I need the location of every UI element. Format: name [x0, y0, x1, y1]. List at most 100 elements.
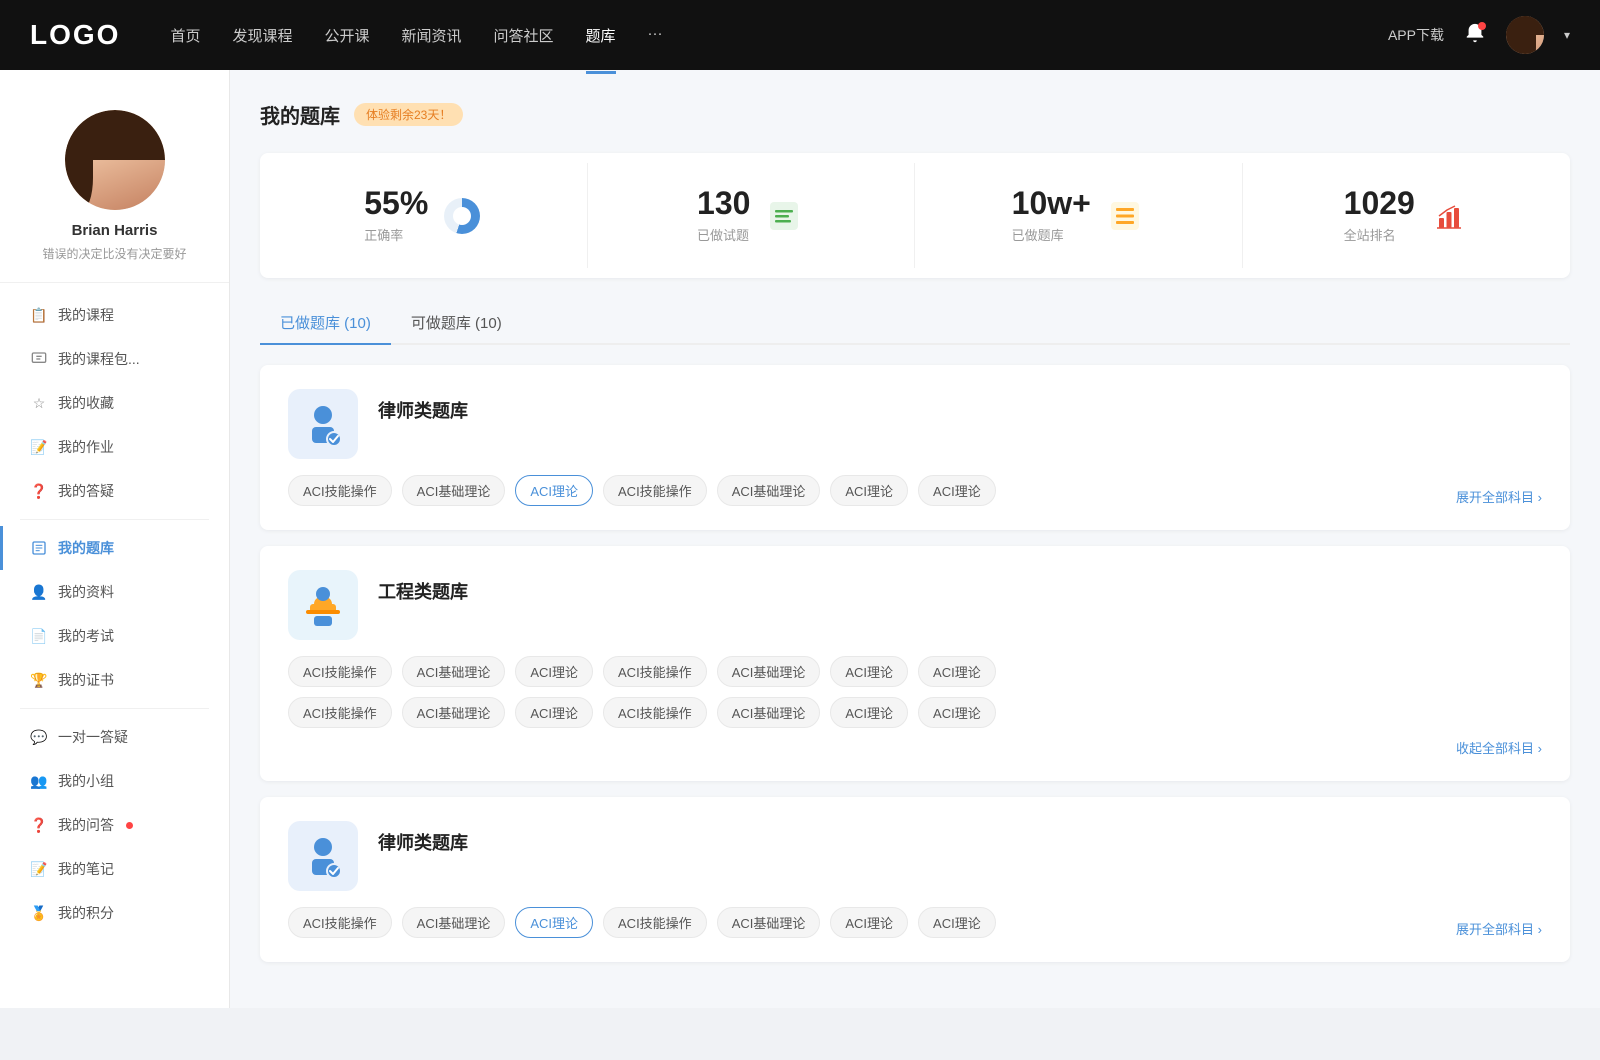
- certificates-label: 我的证书: [58, 670, 114, 690]
- qbank-2-r1-tag-3[interactable]: ACI技能操作: [603, 656, 707, 687]
- qbank-2-r2-tag-0[interactable]: ACI技能操作: [288, 697, 392, 728]
- nav-item-news[interactable]: 新闻资讯: [402, 21, 462, 50]
- stat-questions-text: 130 已做试题: [697, 187, 750, 244]
- qbank-2-r1-tag-1[interactable]: ACI基础理论: [402, 656, 506, 687]
- courses-icon: 📋: [30, 306, 48, 324]
- packages-icon: [30, 350, 48, 368]
- qbank-2-r1-tag-0[interactable]: ACI技能操作: [288, 656, 392, 687]
- qbank-1-tag-6[interactable]: ACI理论: [918, 475, 996, 506]
- nav-menu: 首页 发现课程 公开课 新闻资讯 问答社区 题库 ···: [170, 21, 1388, 50]
- tab-todo[interactable]: 可做题库 (10): [391, 302, 522, 343]
- group-label: 我的小组: [58, 771, 114, 791]
- user-avatar[interactable]: [1506, 16, 1544, 54]
- nav-item-home[interactable]: 首页: [170, 21, 200, 50]
- sidebar-item-notes[interactable]: 📝 我的笔记: [0, 847, 229, 891]
- qbank-1-tags-row: ACI技能操作 ACI基础理论 ACI理论 ACI技能操作 ACI基础理论 AC…: [288, 475, 1542, 506]
- stat-questions: 130 已做试题: [588, 163, 916, 268]
- sidebar-avatar[interactable]: [65, 110, 165, 210]
- stat-ranking-label: 全站排名: [1344, 225, 1415, 244]
- tab-done[interactable]: 已做题库 (10): [260, 302, 391, 343]
- qbank-3-tags-row: ACI技能操作 ACI基础理论 ACI理论 ACI技能操作 ACI基础理论 AC…: [288, 907, 1542, 938]
- qbank-3-expand[interactable]: 展开全部科目 ›: [1456, 919, 1542, 938]
- qbank-2-logo[interactable]: [288, 570, 358, 640]
- qbank-3-tag-6[interactable]: ACI理论: [918, 907, 996, 938]
- navbar: LOGO 首页 发现课程 公开课 新闻资讯 问答社区 题库 ··· APP下载 …: [0, 0, 1600, 70]
- questions-icon: ❓: [30, 482, 48, 500]
- qbank-3-logo[interactable]: [288, 821, 358, 891]
- qbank-2-r2-tag-1[interactable]: ACI基础理论: [402, 697, 506, 728]
- qbank-1-tag-3[interactable]: ACI技能操作: [603, 475, 707, 506]
- my-qa-icon: ❓: [30, 816, 48, 834]
- sidebar-item-favorites[interactable]: ☆ 我的收藏: [0, 381, 229, 425]
- stat-banks-text: 10w+ 已做题库: [1012, 187, 1091, 244]
- sidebar-item-questions[interactable]: ❓ 我的答疑: [0, 469, 229, 513]
- nav-item-qa[interactable]: 问答社区: [494, 21, 554, 50]
- qbank-3-tag-2[interactable]: ACI理论: [515, 907, 593, 938]
- qbank-2-r2-tag-3[interactable]: ACI技能操作: [603, 697, 707, 728]
- sidebar-item-course-packages[interactable]: 我的课程包...: [0, 337, 229, 381]
- user-menu-chevron[interactable]: ▾: [1564, 28, 1570, 42]
- qbank-1-header: 律师类题库: [288, 389, 1542, 459]
- qbank-1-tag-2[interactable]: ACI理论: [515, 475, 593, 506]
- sidebar-item-my-qa[interactable]: ❓ 我的问答: [0, 803, 229, 847]
- engineer-icon: [298, 580, 348, 630]
- stat-ranking-value: 1029: [1344, 187, 1415, 219]
- qbank-2-tags-row2: ACI技能操作 ACI基础理论 ACI理论 ACI技能操作 ACI基础理论 AC…: [288, 697, 1542, 728]
- notification-bell[interactable]: [1464, 22, 1486, 49]
- qbank-icon: [30, 539, 48, 557]
- sidebar-item-profile[interactable]: 👤 我的资料: [0, 570, 229, 614]
- qbank-2-r1-tag-6[interactable]: ACI理论: [918, 656, 996, 687]
- stat-ranking-icon: [1429, 196, 1469, 236]
- qbank-2-r2-tag-6[interactable]: ACI理论: [918, 697, 996, 728]
- stats-grid: 55% 正确率 130 已做试题: [260, 153, 1570, 278]
- 1to1-label: 一对一答疑: [58, 727, 128, 747]
- stat-accuracy-text: 55% 正确率: [364, 187, 428, 244]
- sidebar-item-exams[interactable]: 📄 我的考试: [0, 614, 229, 658]
- app-download-button[interactable]: APP下载: [1388, 25, 1444, 45]
- qbank-2-collapse[interactable]: 收起全部科目 ›: [288, 738, 1542, 757]
- stat-questions-icon: [764, 196, 804, 236]
- sidebar-divider-2: [20, 708, 209, 709]
- sidebar-item-points[interactable]: 🏅 我的积分: [0, 891, 229, 935]
- profile-label: 我的资料: [58, 582, 114, 602]
- qbank-3-tag-4[interactable]: ACI基础理论: [717, 907, 821, 938]
- nav-item-more[interactable]: ···: [648, 21, 663, 50]
- qbank-1-tag-5[interactable]: ACI理论: [830, 475, 908, 506]
- qbank-2-r2-tag-2[interactable]: ACI理论: [515, 697, 593, 728]
- notes-icon: 📝: [30, 860, 48, 878]
- sidebar-item-group[interactable]: 👥 我的小组: [0, 759, 229, 803]
- stat-ranking: 1029 全站排名: [1243, 163, 1571, 268]
- certificates-icon: 🏆: [30, 671, 48, 689]
- trial-badge: 体验剩余23天！: [354, 103, 463, 126]
- qbank-2-tags-row1: ACI技能操作 ACI基础理论 ACI理论 ACI技能操作 ACI基础理论 AC…: [288, 656, 1542, 687]
- stat-banks-label: 已做题库: [1012, 225, 1091, 244]
- points-icon: 🏅: [30, 904, 48, 922]
- nav-item-opencourse[interactable]: 公开课: [324, 21, 369, 50]
- qbank-2-r2-tag-5[interactable]: ACI理论: [830, 697, 908, 728]
- qbank-1-tag-4[interactable]: ACI基础理论: [717, 475, 821, 506]
- nav-item-discover[interactable]: 发现课程: [232, 21, 292, 50]
- sidebar-item-courses[interactable]: 📋 我的课程: [0, 293, 229, 337]
- qbank-2-r2-tag-4[interactable]: ACI基础理论: [717, 697, 821, 728]
- sidebar-item-qbank[interactable]: 我的题库: [0, 526, 229, 570]
- sidebar-item-certificates[interactable]: 🏆 我的证书: [0, 658, 229, 702]
- qbank-1-expand[interactable]: 展开全部科目 ›: [1456, 487, 1542, 506]
- nav-item-qbank[interactable]: 题库: [586, 21, 616, 50]
- qbank-3-tag-1[interactable]: ACI基础理论: [402, 907, 506, 938]
- qbank-3-tag-3[interactable]: ACI技能操作: [603, 907, 707, 938]
- list-icon: [1107, 198, 1143, 234]
- sidebar-profile: Brian Harris 错误的决定比没有决定要好: [0, 70, 229, 283]
- qbank-3-tag-0[interactable]: ACI技能操作: [288, 907, 392, 938]
- qbank-card-3: 律师类题库 ACI技能操作 ACI基础理论 ACI理论 ACI技能操作 ACI基…: [260, 797, 1570, 962]
- qbank-1-tag-0[interactable]: ACI技能操作: [288, 475, 392, 506]
- qbank-2-r1-tag-5[interactable]: ACI理论: [830, 656, 908, 687]
- qbank-1-logo[interactable]: [288, 389, 358, 459]
- qbank-1-tag-1[interactable]: ACI基础理论: [402, 475, 506, 506]
- qbank-3-tag-5[interactable]: ACI理论: [830, 907, 908, 938]
- sidebar-menu: 📋 我的课程 我的课程包... ☆ 我的收藏 📝 我的作业 ❓ 我的答疑: [0, 293, 229, 935]
- qbank-2-r1-tag-2[interactable]: ACI理论: [515, 656, 593, 687]
- sidebar-item-1to1[interactable]: 💬 一对一答疑: [0, 715, 229, 759]
- qbank-2-r1-tag-4[interactable]: ACI基础理论: [717, 656, 821, 687]
- logo[interactable]: LOGO: [30, 19, 120, 51]
- sidebar-item-homework[interactable]: 📝 我的作业: [0, 425, 229, 469]
